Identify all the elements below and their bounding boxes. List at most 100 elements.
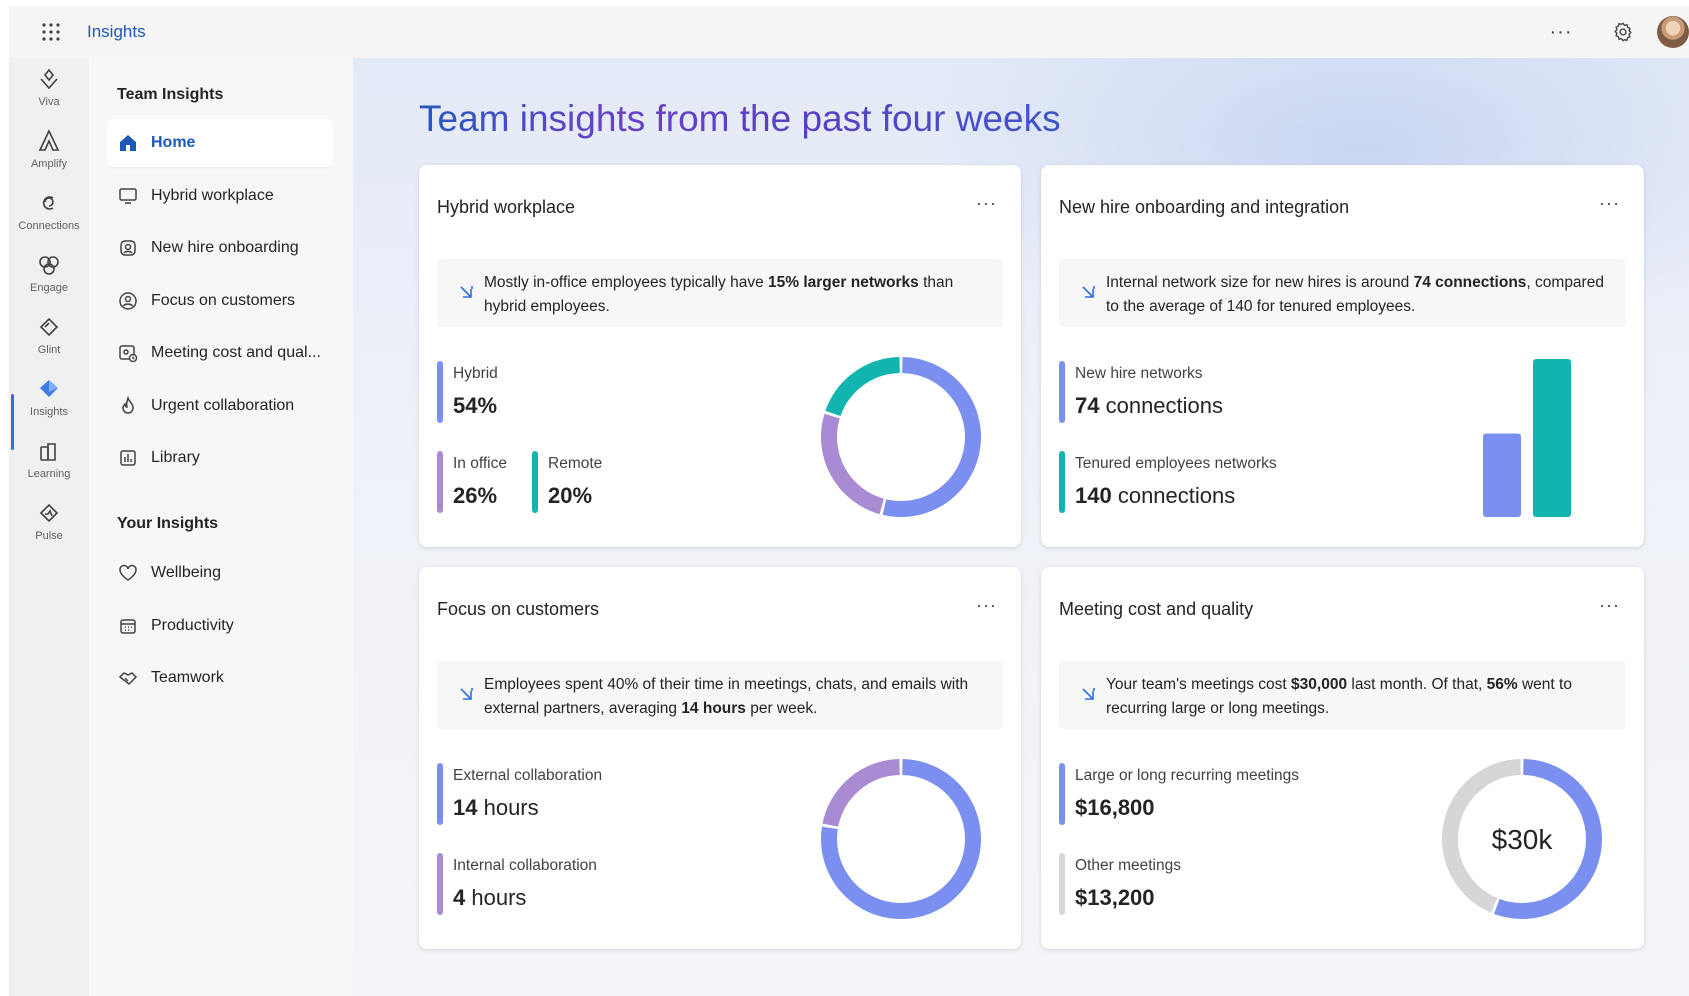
heart-icon [117,562,139,584]
metric-label: Internal collaboration [453,857,597,874]
meeting-icon [117,342,139,364]
metric-internal-collaboration: Internal collaboration 4 hours [437,853,597,915]
nav-item-wellbeing[interactable]: Wellbeing [107,549,333,597]
more-options-icon[interactable]: ··· [1541,12,1581,52]
nav-item-meeting-cost[interactable]: Meeting cost and qual... [107,329,333,377]
metric-hybrid: Hybrid 54% [437,361,498,423]
metric-label: Tenured employees networks [1075,455,1277,472]
user-avatar[interactable] [1657,16,1689,48]
nav-item-hybrid-workplace[interactable]: Hybrid workplace [107,172,333,220]
donut-slice-in-office [821,413,885,515]
metric-value: $13,200 [1075,885,1155,910]
more-options-icon[interactable]: ··· [976,193,997,214]
callout-text: Your team's meetings cost $30,000 last m… [1106,676,1572,717]
metric-label: In office [453,455,508,472]
home-icon [117,132,139,154]
app-launcher-icon[interactable] [35,16,67,48]
meeting-cost-card[interactable]: Meeting cost and quality ··· Your team's… [1041,567,1644,949]
insight-callout: Internal network size for new hires is a… [1059,259,1626,327]
more-options-icon[interactable]: ··· [1599,193,1620,214]
hybrid-workplace-card[interactable]: Hybrid workplace ··· Mostly in-office em… [419,165,1021,547]
card-title: Hybrid workplace [437,197,576,217]
nav-label: Home [151,134,196,151]
nav-label: New hire onboarding [151,239,299,256]
trend-down-arrow-icon [1082,286,1095,298]
insights-icon [40,380,58,397]
callout-text: Internal network size for new hires is a… [1106,274,1604,315]
settings-gear-icon[interactable] [1603,12,1643,52]
trend-down-arrow-icon [1082,688,1095,700]
metric-large-recurring-meetings: Large or long recurring meetings $16,800 [1059,763,1300,825]
rail-item-connections[interactable]: Connections [9,184,89,246]
more-options-icon[interactable]: ··· [1599,595,1620,616]
rail-label: Pulse [35,530,63,542]
metric-label: External collaboration [453,767,603,784]
rail-item-engage[interactable]: Engage [9,246,89,308]
trend-down-arrow-icon [460,688,473,700]
new-hire-onboarding-card[interactable]: New hire onboarding and integration ··· … [1041,165,1644,547]
nav-item-urgent-collaboration[interactable]: Urgent collaboration [107,382,333,430]
nav-item-focus-on-customers[interactable]: Focus on customers [107,277,333,325]
metric-in-office: In office 26% [437,451,508,513]
metric-label: Large or long recurring meetings [1075,767,1300,784]
handshake-icon [117,667,139,689]
app-rail: Viva Amplify Connections Engage Glint In… [9,58,89,996]
nav-label: Wellbeing [151,564,221,581]
rail-item-pulse[interactable]: Pulse [9,494,89,556]
hybrid-donut-chart [821,357,981,517]
flame-icon [117,395,139,417]
nav-label: Focus on customers [151,292,296,309]
rail-item-amplify[interactable]: Amplify [9,122,89,184]
metric-value: 54% [453,393,498,418]
rail-label: Learning [27,468,71,480]
calendar-icon [117,615,139,637]
metric-tenured-networks: Tenured employees networks 140 connectio… [1059,451,1277,513]
rail-item-glint[interactable]: Glint [9,308,89,370]
rail-item-learning[interactable]: Learning [9,432,89,494]
donut-slice-internal [822,759,901,827]
badge-icon [117,237,139,259]
metric-remote: Remote 20% [532,451,602,513]
metric-new-hire-networks: New hire networks 74 connections [1059,361,1223,423]
nav-label: Meeting cost and qual... [151,344,321,361]
callout-text: Mostly in-office employees typically hav… [484,274,954,315]
page-title: Team insights from the past four weeks [419,98,1061,139]
team-insights-heading: Team Insights [117,86,224,103]
rail-item-viva[interactable]: Viva [9,60,89,122]
bar-tenured [1533,359,1571,517]
new-hire-bar-chart [1483,359,1571,517]
focus-on-customers-card[interactable]: Focus on customers ··· Employees spent 4… [419,567,1021,949]
metric-value: 140 connections [1075,483,1236,508]
metric-value: 14 hours [453,795,539,820]
nav-item-teamwork[interactable]: Teamwork [107,654,333,702]
your-insights-heading: Your Insights [117,515,219,532]
insights-nav: Team Insights Home Hybrid workplace New … [89,58,353,996]
customer-icon [117,290,139,312]
trend-down-arrow-icon [460,286,473,298]
metric-value: 26% [453,483,498,508]
app-title[interactable]: Insights [87,22,146,42]
viva-icon [40,68,58,90]
insight-callout: Mostly in-office employees typically hav… [437,259,1003,327]
more-options-icon[interactable]: ··· [976,595,997,616]
rail-label: Connections [18,220,80,232]
metric-label: Hybrid [453,365,498,382]
rail-item-insights[interactable]: Insights [9,370,89,432]
nav-item-home[interactable]: Home [107,119,333,167]
metric-external-collaboration: External collaboration 14 hours [437,763,603,825]
metric-label: New hire networks [1075,365,1203,382]
main-content: Team insights from the past four weeks H… [353,58,1689,996]
nav-label: Urgent collaboration [151,397,295,414]
donut-slice-remote [825,357,901,417]
nav-item-library[interactable]: Library [107,434,333,482]
rail-label: Amplify [30,158,68,170]
rail-label: Insights [30,406,68,418]
glint-icon [39,317,59,337]
nav-item-new-hire-onboarding[interactable]: New hire onboarding [107,224,333,272]
nav-label: Library [151,449,200,466]
meeting-cost-donut-chart: $30k [1442,759,1602,919]
nav-item-productivity[interactable]: Productivity [107,602,333,650]
bar-new-hire [1483,433,1521,517]
nav-label: Hybrid workplace [151,187,274,204]
top-bar: Insights ··· [9,6,1689,58]
